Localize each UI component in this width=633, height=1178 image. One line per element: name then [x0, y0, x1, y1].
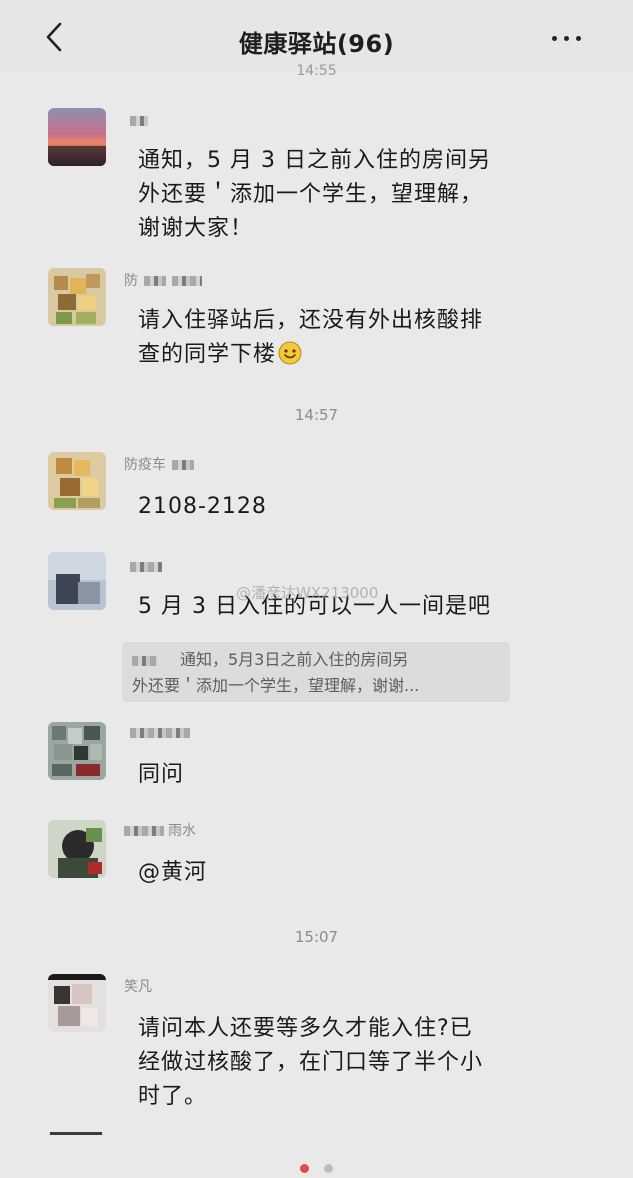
quoted-message[interactable]: 通知，5月3日之前入住的房间另 外还要＇添加一个学生，望理解，谢谢... [122, 642, 510, 702]
avatar[interactable] [48, 820, 106, 878]
sender-name: 雨水 [124, 822, 196, 840]
avatar[interactable] [48, 268, 106, 326]
timestamp: 14:55 [296, 63, 337, 79]
sender-name: 防疫车 [124, 456, 194, 474]
message-text: 请入住驿站后，还没有外出核酸排 查的同学下楼 [138, 308, 484, 367]
avatar[interactable] [48, 452, 106, 510]
sender-name: 防 [124, 272, 202, 290]
sender-name [124, 112, 148, 130]
message-text: 2108-2128 [138, 494, 267, 519]
avatar[interactable] [48, 108, 106, 166]
sender-name [124, 558, 162, 576]
chat-header: 健康驿站(96) [0, 0, 633, 72]
message-text: @黄河 [138, 860, 208, 885]
message-text: 请问本人还要等多久才能入住?已 经做过核酸了，在门口等了半个小 时了。 [138, 1016, 484, 1109]
sender-name: 笑凡 [124, 979, 152, 995]
page-indicator [0, 1158, 633, 1173]
timestamp: 14:57 [294, 406, 339, 424]
avatar[interactable] [48, 552, 106, 610]
avatar[interactable] [50, 1132, 102, 1135]
sender-name [124, 724, 190, 742]
timestamp: 15:07 [294, 928, 339, 946]
avatar[interactable] [48, 722, 106, 780]
more-button[interactable] [549, 22, 585, 52]
avatar[interactable] [48, 974, 106, 1032]
smile-emoji-icon [278, 341, 302, 365]
watermark: @潘彦达WX213000 [236, 584, 379, 602]
page-dot[interactable] [324, 1164, 334, 1173]
message-text: 同问 [138, 762, 185, 787]
chat-title: 健康驿站(96) [238, 30, 395, 58]
message-text: 通知，5 月 3 日之前入住的房间另 外还要＇添加一个学生，望理解， 谢谢大家！ [138, 148, 491, 241]
page-dot-active[interactable] [299, 1164, 309, 1173]
